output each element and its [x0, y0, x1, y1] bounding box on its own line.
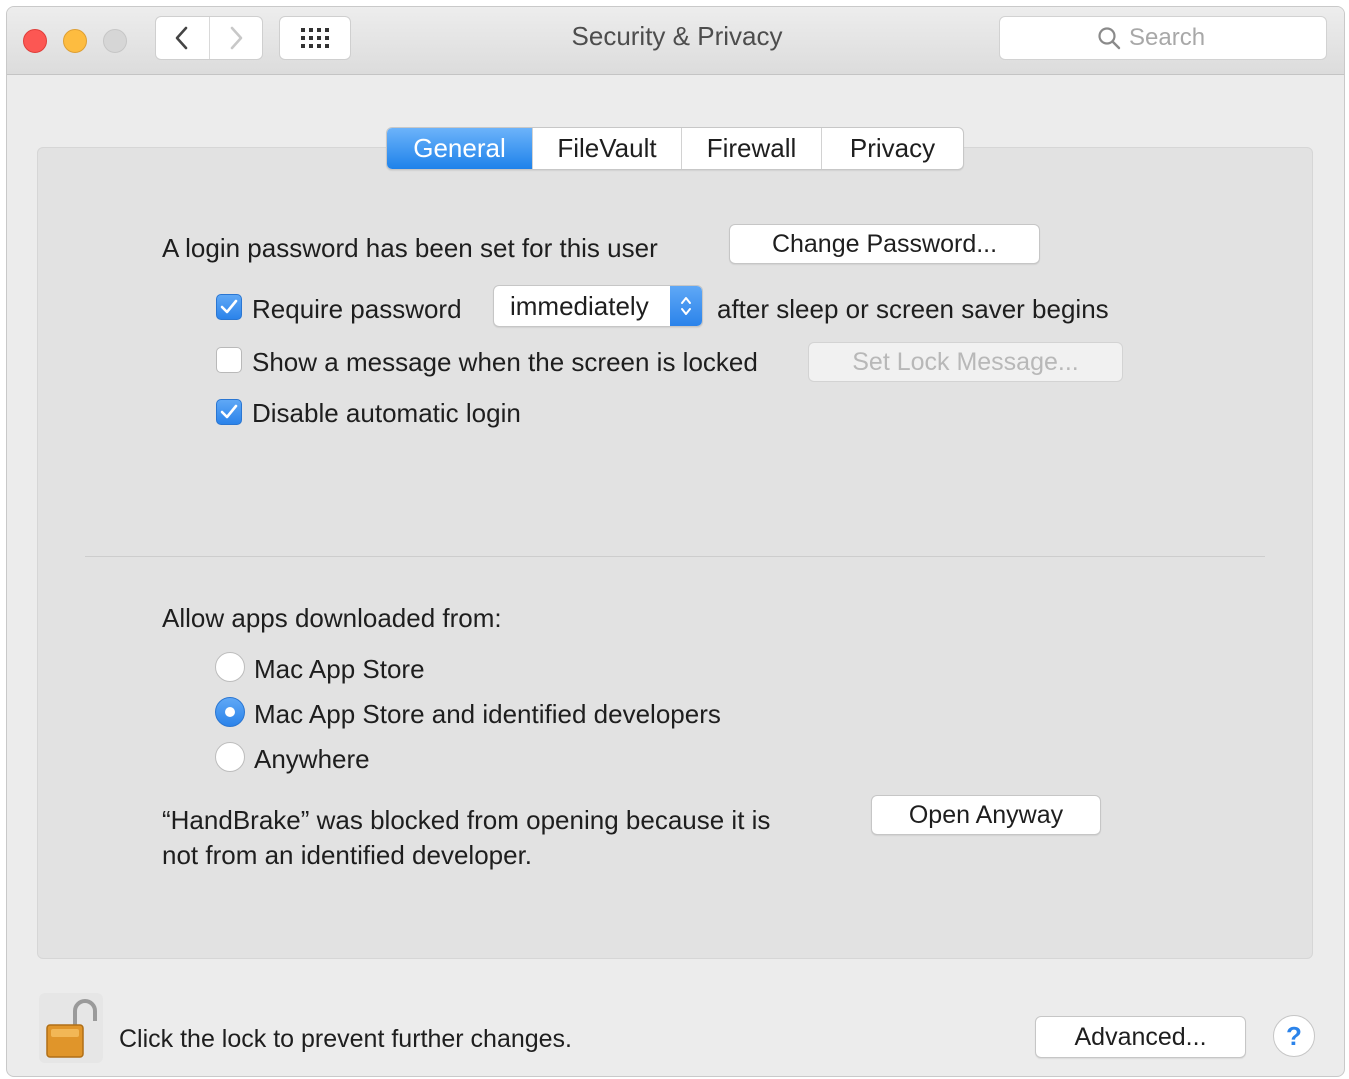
show-all-button[interactable] — [279, 16, 351, 60]
lock-button[interactable] — [39, 993, 103, 1063]
stepper-arrows-icon — [670, 286, 702, 326]
search-input[interactable] — [1129, 24, 1229, 52]
radio-mac-app-store[interactable] — [215, 652, 245, 682]
chevron-left-icon — [175, 26, 188, 50]
radio-anywhere[interactable] — [215, 742, 245, 772]
tab-firewall[interactable]: Firewall — [681, 128, 821, 169]
preferences-window: Security & Privacy General FileVault Fir… — [6, 6, 1345, 1077]
minimize-window-button[interactable] — [63, 29, 87, 53]
require-password-label: Require password — [252, 294, 462, 324]
after-sleep-text: after sleep or screen saver begins — [717, 294, 1109, 324]
back-forward-group — [155, 16, 263, 60]
zoom-window-button[interactable] — [103, 29, 127, 53]
help-icon: ? — [1286, 1020, 1302, 1051]
disable-auto-login-label: Disable automatic login — [252, 398, 521, 428]
radio-mac-app-store-identified[interactable] — [215, 697, 245, 727]
open-anyway-button[interactable]: Open Anyway — [871, 795, 1101, 835]
tab-filevault[interactable]: FileVault — [532, 128, 681, 169]
disable-auto-login-checkbox[interactable] — [216, 399, 242, 425]
forward-button[interactable] — [208, 17, 263, 59]
allow-apps-heading: Allow apps downloaded from: — [162, 603, 502, 633]
require-password-delay-select[interactable]: immediately — [493, 285, 703, 327]
search-icon — [1098, 27, 1121, 50]
window-title: Security & Privacy — [571, 21, 783, 51]
tab-bar: General FileVault Firewall Privacy — [386, 127, 964, 170]
change-password-button[interactable]: Change Password... — [729, 224, 1040, 264]
close-window-button[interactable] — [23, 29, 47, 53]
content-panel — [37, 147, 1313, 959]
radio-selected-dot — [225, 707, 235, 717]
title-bar: Security & Privacy — [7, 7, 1344, 75]
show-message-checkbox[interactable] — [216, 347, 242, 373]
advanced-button[interactable]: Advanced... — [1035, 1016, 1246, 1058]
checkmark-icon — [220, 404, 238, 419]
padlock-open-icon — [46, 999, 97, 1058]
checkmark-icon — [220, 299, 238, 314]
grid-icon — [301, 28, 329, 48]
blocked-app-message-line2: not from an identified developer. — [162, 840, 533, 870]
require-password-checkbox[interactable] — [216, 294, 242, 320]
tab-general[interactable]: General — [387, 128, 532, 169]
lock-status-text: Click the lock to prevent further change… — [119, 1025, 573, 1053]
require-password-delay-value: immediately — [510, 290, 649, 321]
section-divider — [85, 556, 1265, 557]
search-field[interactable] — [999, 16, 1327, 60]
option-mac-app-store-label: Mac App Store — [254, 654, 425, 684]
tab-privacy[interactable]: Privacy — [821, 128, 963, 169]
chevron-right-icon — [230, 26, 243, 50]
help-button[interactable]: ? — [1273, 1015, 1315, 1057]
show-message-label: Show a message when the screen is locked — [252, 347, 758, 377]
back-button[interactable] — [156, 17, 209, 59]
blocked-app-message-line1: “HandBrake” was blocked from opening bec… — [162, 805, 771, 835]
option-identified-developers-label: Mac App Store and identified developers — [254, 699, 721, 729]
set-lock-message-button: Set Lock Message... — [808, 342, 1123, 382]
option-anywhere-label: Anywhere — [254, 744, 370, 774]
login-password-text: A login password has been set for this u… — [162, 233, 658, 263]
